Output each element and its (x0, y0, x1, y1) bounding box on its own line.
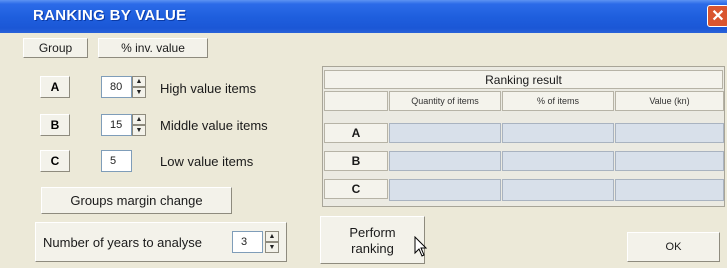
group-b-letter: B (40, 114, 70, 136)
group-c-letter: C (40, 150, 70, 172)
row-b-header: B (324, 151, 388, 171)
cell-b-quantity (389, 151, 501, 171)
spin-up-icon[interactable]: ▲ (132, 114, 146, 125)
mouse-pointer-icon (414, 236, 428, 257)
col-value-header: Value (kn) (615, 91, 724, 111)
row-a-header: A (324, 123, 388, 143)
group-b-spinner[interactable]: ▲ ▼ (132, 114, 146, 136)
row-c-header: C (324, 179, 388, 199)
group-b-label: Middle value items (160, 118, 268, 133)
years-panel: Number of years to analyse 3 ▲ ▼ (35, 222, 287, 262)
group-c-label: Low value items (160, 154, 254, 169)
spin-down-icon[interactable]: ▼ (132, 125, 146, 136)
cell-a-quantity (389, 123, 501, 143)
cell-c-percent (502, 179, 614, 201)
spin-down-icon[interactable]: ▼ (132, 87, 146, 98)
close-icon[interactable]: ✕ (707, 5, 727, 27)
group-header: Group (23, 38, 88, 58)
col-percent-header: % of items (502, 91, 614, 111)
perform-label-line2: ranking (351, 241, 394, 256)
perform-label-line1: Perform (349, 225, 396, 240)
corner-cell (324, 91, 388, 111)
perform-ranking-button[interactable]: Perform ranking (320, 216, 425, 264)
groups-margin-change-button[interactable]: Groups margin change (41, 187, 232, 214)
group-c-percent-input[interactable]: 5 (101, 150, 132, 172)
group-a-letter: A (40, 76, 70, 98)
group-a-spinner[interactable]: ▲ ▼ (132, 76, 146, 98)
years-input[interactable]: 3 (232, 231, 263, 253)
spin-up-icon[interactable]: ▲ (265, 231, 279, 242)
col-quantity-header: Quantity of items (389, 91, 501, 111)
cell-a-percent (502, 123, 614, 143)
years-label: Number of years to analyse (43, 235, 202, 250)
group-b-percent-input[interactable]: 15 (101, 114, 132, 136)
ranking-result-table: Ranking result Quantity of items % of it… (322, 66, 725, 207)
cell-b-percent (502, 151, 614, 171)
years-spinner[interactable]: ▲ ▼ (265, 231, 279, 253)
cell-b-value (615, 151, 724, 171)
cell-c-value (615, 179, 724, 201)
spin-down-icon[interactable]: ▼ (265, 242, 279, 253)
inv-value-header: % inv. value (98, 38, 208, 58)
cell-c-quantity (389, 179, 501, 201)
spin-up-icon[interactable]: ▲ (132, 76, 146, 87)
group-a-percent-input[interactable]: 80 (101, 76, 132, 98)
window-title: RANKING BY VALUE (33, 7, 187, 24)
ok-button[interactable]: OK (627, 232, 720, 262)
cell-a-value (615, 123, 724, 143)
title-bar: RANKING BY VALUE ✕ (0, 0, 727, 33)
ranking-window: RANKING BY VALUE ✕ Group % inv. value A … (0, 0, 727, 268)
ranking-result-title: Ranking result (324, 70, 723, 89)
group-a-label: High value items (160, 81, 257, 96)
